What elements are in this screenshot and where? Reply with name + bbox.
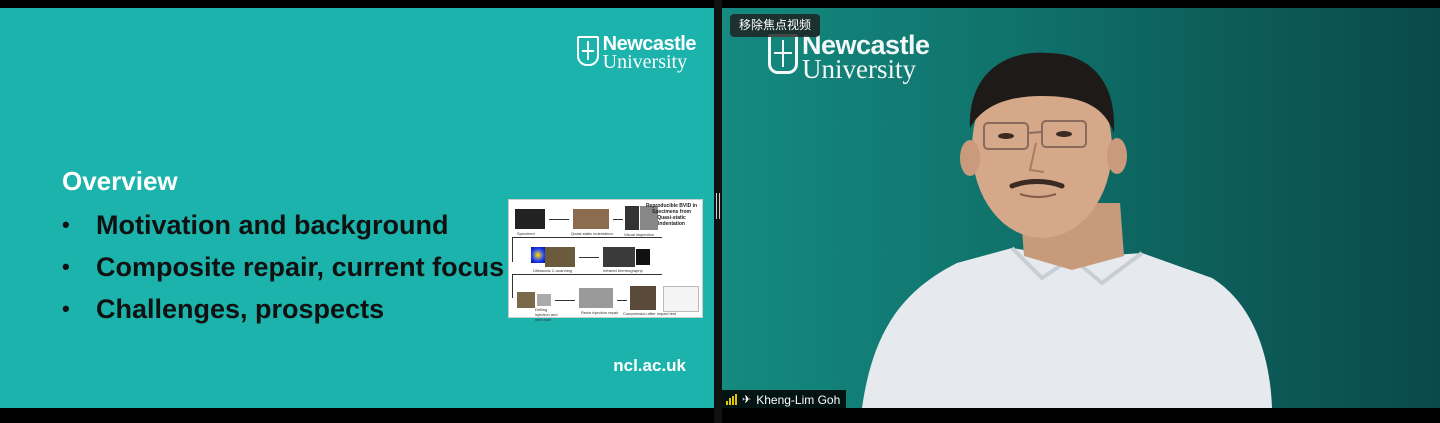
- figure-caption: Compression after impact test: [623, 311, 677, 316]
- flow-arrow: [579, 257, 599, 258]
- figure-caption: Infrared thermography: [603, 268, 643, 273]
- thermography-image: [603, 247, 635, 267]
- specimen-image: [515, 209, 545, 229]
- figure-caption: Quasi-static indentation: [571, 231, 613, 236]
- ear-right: [1107, 138, 1127, 174]
- flow-connector: [512, 274, 513, 298]
- cscan-image: [531, 247, 545, 263]
- university-crest-icon: [576, 36, 599, 66]
- divider-drag-handle[interactable]: [716, 193, 720, 219]
- participant-name-tag: ✈ Kheng-Lim Goh: [722, 390, 847, 409]
- footer-url: ncl.ac.uk: [613, 356, 686, 375]
- thermography-image: [636, 249, 650, 265]
- flow-arrow: [613, 219, 623, 220]
- glasses-bridge: [1027, 131, 1043, 134]
- flow-connector: [512, 237, 662, 238]
- eye-left: [998, 133, 1014, 139]
- indentation-image: [573, 209, 609, 229]
- drilling-image: [537, 294, 551, 306]
- bullet-item: • Composite repair, current focus: [62, 246, 504, 288]
- figure-caption: Ultrasonic C-scanning: [533, 268, 573, 273]
- bullet-item: • Challenges, prospects: [62, 288, 504, 330]
- bullet-marker: •: [62, 296, 70, 321]
- speaker-video: Newcastle University: [722, 8, 1440, 408]
- slide-logo: Newcastle University: [576, 34, 697, 73]
- pin-icon[interactable]: ✈: [742, 393, 751, 406]
- flow-arrow: [549, 219, 569, 220]
- bullet-text: Challenges, prospects: [96, 293, 385, 324]
- shirt-shape: [862, 248, 1272, 408]
- flow-connector: [512, 274, 662, 275]
- remove-focus-video-button[interactable]: 移除焦点视频: [730, 14, 821, 37]
- cscan-setup-image: [545, 247, 575, 267]
- shared-slide: Newcastle University Overview • Motivati…: [0, 8, 714, 408]
- compression-test-image: [630, 286, 656, 310]
- bullet-marker: •: [62, 212, 70, 237]
- eye-right: [1056, 131, 1072, 137]
- visual-inspection-image: [625, 206, 639, 230]
- figure-caption: Resin injection repair: [581, 310, 619, 315]
- slide-title: Overview: [62, 166, 178, 196]
- drilling-image: [517, 292, 535, 308]
- bullet-list: • Motivation and background • Composite …: [62, 204, 504, 330]
- process-flow-figure: Specimen Quasi-static indentation Visual…: [508, 199, 703, 322]
- logo-line2: University: [602, 51, 688, 73]
- test-chart-image: [663, 286, 699, 312]
- figure-caption: Drilling injection and vent hole: [535, 307, 558, 322]
- participant-name: Kheng-Lim Goh: [756, 392, 841, 407]
- resin-injection-image: [579, 288, 613, 308]
- bullet-item: • Motivation and background: [62, 204, 504, 246]
- flow-arrow: [555, 300, 575, 301]
- bullet-marker: •: [62, 254, 70, 279]
- flow-arrow: [617, 300, 627, 301]
- flow-connector: [512, 237, 513, 262]
- figure-note: Reproducible BVID in Specimens from Quas…: [645, 203, 698, 227]
- participant-person: [862, 52, 1272, 408]
- signal-strength-icon: [726, 394, 737, 405]
- bullet-text: Motivation and background: [96, 209, 449, 240]
- bullet-text: Composite repair, current focus: [96, 251, 505, 282]
- ear-left: [960, 140, 980, 176]
- figure-caption: Specimen: [517, 231, 535, 236]
